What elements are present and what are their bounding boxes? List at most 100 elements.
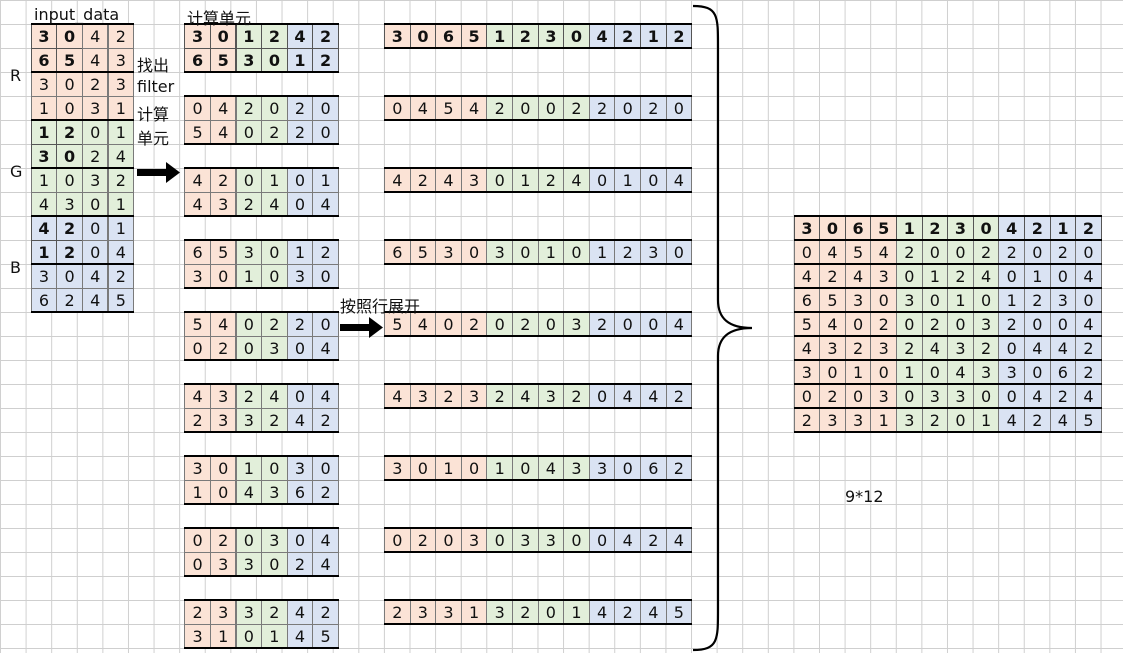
row-underline xyxy=(184,143,339,145)
matrix-cell: 3 xyxy=(30,24,58,49)
matrix-cell: 4 xyxy=(107,240,135,265)
matrix-cell: 5 xyxy=(819,288,846,313)
matrix-cell: 3 xyxy=(209,384,237,409)
matrix-cell: 1 xyxy=(870,408,897,433)
matrix-cell: 4 xyxy=(1075,264,1102,289)
matrix-cell: 4 xyxy=(81,24,109,49)
matrix-cell: 0 xyxy=(972,288,1000,313)
matrix-cell: 1 xyxy=(998,288,1025,313)
matrix-cell: 0 xyxy=(640,168,667,193)
matrix-cell: 3 xyxy=(209,552,237,577)
matrix-cell: 2 xyxy=(56,120,83,145)
matrix-cell: 5 xyxy=(435,96,462,121)
matrix-cell: 0 xyxy=(537,600,565,625)
matrix-cell: 3 xyxy=(563,456,590,481)
matrix-cell: 2 xyxy=(384,600,411,625)
matrix-cell: 0 xyxy=(614,96,641,121)
matrix-cell: 4 xyxy=(261,192,288,217)
matrix-cell: 1 xyxy=(30,168,58,193)
matrix-cell: 1 xyxy=(896,360,923,385)
matrix-cell: 2 xyxy=(209,336,237,361)
matrix-cell: 2 xyxy=(312,408,339,433)
matrix-cell: 0 xyxy=(209,480,237,505)
matrix-cell: 2 xyxy=(921,312,949,337)
matrix-cell: 0 xyxy=(286,528,314,553)
matrix-cell: 6 xyxy=(793,288,821,313)
matrix-cell: 2 xyxy=(56,240,83,265)
matrix-cell: 4 xyxy=(81,288,109,313)
matrix-cell: 0 xyxy=(486,312,513,337)
matrix-cell: 3 xyxy=(460,384,488,409)
matrix-cell: 3 xyxy=(793,360,821,385)
matrix-cell: 0 xyxy=(261,264,288,289)
matrix-cell: 2 xyxy=(640,528,667,553)
matrix-cell: 0 xyxy=(563,528,590,553)
matrix-cell: 2 xyxy=(81,144,109,169)
row-underline xyxy=(384,335,693,337)
matrix-cell: 0 xyxy=(793,240,821,265)
matrix-cell: 4 xyxy=(614,528,641,553)
matrix-cell: 2 xyxy=(665,384,693,409)
matrix-cell: 2 xyxy=(819,384,846,409)
matrix-cell: 0 xyxy=(235,624,263,649)
calc-unit-title: 计算单元 xyxy=(187,9,252,28)
matrix-cell: 0 xyxy=(844,384,872,409)
matrix-cell: 0 xyxy=(209,456,237,481)
matrix-cell: 0 xyxy=(998,264,1025,289)
channel-g-label: G xyxy=(10,162,23,181)
matrix-cell: 2 xyxy=(665,456,693,481)
row-underline xyxy=(30,215,135,217)
matrix-cell: 4 xyxy=(184,384,211,409)
calc-unit-label-2: 单元 xyxy=(137,129,170,148)
matrix-cell: 0 xyxy=(614,456,641,481)
matrix-cell: 0 xyxy=(486,528,513,553)
matrix-cell: 5 xyxy=(870,216,897,241)
matrix-cell: 4 xyxy=(286,408,314,433)
matrix-cell: 4 xyxy=(665,168,693,193)
matrix-cell: 4 xyxy=(665,528,693,553)
matrix-cell: 3 xyxy=(819,336,846,361)
matrix-cell: 3 xyxy=(409,384,437,409)
matrix-cell: 2 xyxy=(512,600,539,625)
matrix-cell: 4 xyxy=(1024,384,1051,409)
matrix-cell: 3 xyxy=(261,336,288,361)
row-underline xyxy=(184,167,339,169)
row-underline xyxy=(793,431,1102,433)
matrix-cell: 1 xyxy=(460,600,488,625)
matrix-cell: 2 xyxy=(972,336,1000,361)
matrix-cell: 0 xyxy=(896,312,923,337)
matrix-cell: 3 xyxy=(537,24,565,49)
matrix-cell: 4 xyxy=(819,312,846,337)
matrix-cell: 2 xyxy=(921,216,949,241)
input-data-title: input_data xyxy=(34,5,120,24)
matrix-cell: 1 xyxy=(563,600,590,625)
matrix-cell: 0 xyxy=(972,216,1000,241)
matrix-cell: 2 xyxy=(614,600,641,625)
matrix-cell: 0 xyxy=(1049,312,1077,337)
matrix-cell: 1 xyxy=(184,480,211,505)
calc-unit-label-1: 计算 xyxy=(137,105,170,124)
row-underline xyxy=(793,311,1102,313)
matrix-cell: 1 xyxy=(107,96,135,121)
matrix-cell: 4 xyxy=(286,624,314,649)
matrix-cell: 3 xyxy=(563,312,590,337)
matrix-cell: 4 xyxy=(563,168,590,193)
matrix-cell: 2 xyxy=(286,96,314,121)
matrix-cell: 2 xyxy=(972,240,1000,265)
matrix-cell: 4 xyxy=(819,240,846,265)
matrix-cell: 4 xyxy=(1049,408,1077,433)
matrix-cell: 0 xyxy=(184,552,211,577)
matrix-cell: 1 xyxy=(30,96,58,121)
matrix-cell: 4 xyxy=(286,24,314,49)
matrix-cell: 0 xyxy=(1024,240,1051,265)
matrix-cell: 3 xyxy=(844,288,872,313)
matrix-cell: 1 xyxy=(435,456,462,481)
row-underline xyxy=(793,383,1102,385)
matrix-cell: 2 xyxy=(56,216,83,241)
matrix-cell: 3 xyxy=(184,264,211,289)
matrix-cell: 2 xyxy=(107,24,135,49)
matrix-cell: 1 xyxy=(107,120,135,145)
matrix-cell: 0 xyxy=(588,528,616,553)
row-underline xyxy=(384,311,693,313)
matrix-cell: 3 xyxy=(235,552,263,577)
